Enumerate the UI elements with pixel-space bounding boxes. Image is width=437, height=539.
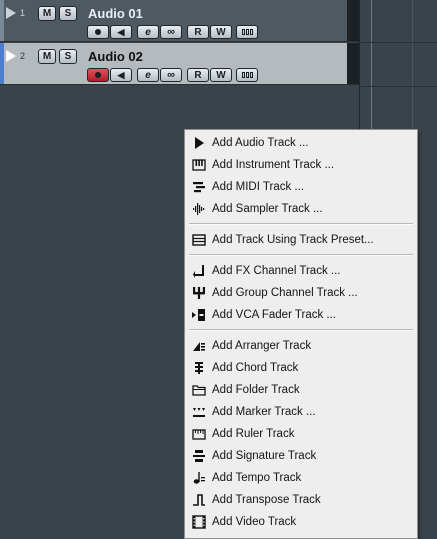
record-enable-button[interactable] xyxy=(87,25,109,39)
edit-icon: e xyxy=(145,26,151,38)
expand-track-icon[interactable] xyxy=(6,7,16,19)
menu-item-add-ruler-track[interactable]: Add Ruler Track xyxy=(185,423,417,445)
write-automation-button[interactable]: W xyxy=(210,25,232,39)
link-icon: ∞ xyxy=(167,69,175,81)
menu-item-add-signature-track[interactable]: Add Signature Track xyxy=(185,445,417,467)
track-name[interactable]: Audio 02 xyxy=(88,49,143,64)
menu-item-label: Add Arranger Track xyxy=(212,340,312,352)
audio-track-icon xyxy=(191,135,207,151)
signature-track-icon xyxy=(191,448,207,464)
track-row-audio-01[interactable]: 1 M S Audio 01 ◀ e ∞ R W xyxy=(0,0,359,42)
menu-item-label: Add Group Channel Track ... xyxy=(212,287,358,299)
versions-icon xyxy=(241,29,253,35)
track-row-audio-02[interactable]: 2 M S Audio 02 ◀ e ∞ R W xyxy=(0,43,359,85)
menu-item-add-midi-track[interactable]: Add MIDI Track ... xyxy=(185,176,417,198)
menu-item-add-video-track[interactable]: Add Video Track xyxy=(185,511,417,533)
menu-item-add-track-using-preset[interactable]: Add Track Using Track Preset... xyxy=(185,229,417,251)
track-level-meter xyxy=(347,43,359,84)
track-selection-bar xyxy=(0,43,4,84)
expand-track-icon[interactable] xyxy=(6,50,16,62)
read-automation-button[interactable]: R xyxy=(187,68,209,82)
track-name[interactable]: Audio 01 xyxy=(88,6,143,21)
video-track-icon xyxy=(191,514,207,530)
vca-fader-icon xyxy=(191,307,207,323)
menu-item-add-chord-track[interactable]: Add Chord Track xyxy=(185,357,417,379)
lanes-button[interactable]: ∞ xyxy=(160,25,182,39)
ruler-track-icon xyxy=(191,426,207,442)
menu-item-label: Add MIDI Track ... xyxy=(212,181,305,193)
record-icon xyxy=(95,29,101,35)
read-automation-button[interactable]: R xyxy=(187,25,209,39)
menu-item-label: Add Tempo Track xyxy=(212,472,302,484)
add-track-context-menu: Add Audio Track ... Add Instrument Track… xyxy=(184,129,418,539)
folder-track-icon xyxy=(191,382,207,398)
menu-item-add-vca-fader-track[interactable]: Add VCA Fader Track ... xyxy=(185,304,417,326)
menu-item-label: Add FX Channel Track ... xyxy=(212,265,341,277)
track-list: 1 M S Audio 01 ◀ e ∞ R W 2 M S Audio 02 … xyxy=(0,0,359,87)
menu-item-label: Add Folder Track xyxy=(212,384,300,396)
menu-item-label: Add Transpose Track xyxy=(212,494,321,506)
edit-channel-button[interactable]: e xyxy=(137,68,159,82)
versions-icon xyxy=(241,72,253,78)
project-lane-divider xyxy=(360,86,437,87)
monitor-button[interactable]: ◀ xyxy=(110,25,132,39)
speaker-icon: ◀ xyxy=(117,26,125,37)
instrument-track-icon xyxy=(191,157,207,173)
menu-item-label: Add Chord Track xyxy=(212,362,299,374)
write-automation-button[interactable]: W xyxy=(210,68,232,82)
menu-item-label: Add Instrument Track ... xyxy=(212,159,335,171)
menu-item-label: Add Marker Track ... xyxy=(212,406,316,418)
track-number: 2 xyxy=(20,51,26,61)
track-versions-button[interactable] xyxy=(236,68,258,82)
speaker-icon: ◀ xyxy=(117,69,125,80)
menu-item-add-marker-track[interactable]: Add Marker Track ... xyxy=(185,401,417,423)
link-icon: ∞ xyxy=(167,26,175,38)
track-number: 1 xyxy=(20,8,26,18)
solo-button[interactable]: S xyxy=(59,6,77,21)
menu-item-add-folder-track[interactable]: Add Folder Track xyxy=(185,379,417,401)
menu-item-label: Add VCA Fader Track ... xyxy=(212,309,336,321)
record-enable-button[interactable] xyxy=(87,68,109,82)
record-icon xyxy=(95,72,101,78)
menu-item-add-audio-track[interactable]: Add Audio Track ... xyxy=(185,132,417,154)
midi-track-icon xyxy=(191,179,207,195)
menu-item-label: Add Sampler Track ... xyxy=(212,203,323,215)
menu-item-label: Add Signature Track xyxy=(212,450,317,462)
project-lane-divider xyxy=(360,42,437,43)
menu-item-add-transpose-track[interactable]: Add Transpose Track xyxy=(185,489,417,511)
track-preset-icon xyxy=(191,232,207,248)
menu-separator xyxy=(189,329,413,331)
menu-separator xyxy=(189,254,413,256)
mute-button[interactable]: M xyxy=(38,6,56,21)
transpose-track-icon xyxy=(191,492,207,508)
lanes-button[interactable]: ∞ xyxy=(160,68,182,82)
sampler-track-icon xyxy=(191,201,207,217)
tempo-track-icon xyxy=(191,470,207,486)
menu-item-add-fx-channel-track[interactable]: Add FX Channel Track ... xyxy=(185,260,417,282)
menu-item-add-instrument-track[interactable]: Add Instrument Track ... xyxy=(185,154,417,176)
menu-item-label: Add Audio Track ... xyxy=(212,137,309,149)
marker-track-icon xyxy=(191,404,207,420)
menu-separator xyxy=(189,223,413,225)
solo-button[interactable]: S xyxy=(59,49,77,64)
menu-item-add-tempo-track[interactable]: Add Tempo Track xyxy=(185,467,417,489)
menu-item-label: Add Ruler Track xyxy=(212,428,295,440)
edit-icon: e xyxy=(145,69,151,81)
menu-item-add-sampler-track[interactable]: Add Sampler Track ... xyxy=(185,198,417,220)
mute-button[interactable]: M xyxy=(38,49,56,64)
monitor-button[interactable]: ◀ xyxy=(110,68,132,82)
fx-channel-icon xyxy=(191,263,207,279)
arranger-track-icon xyxy=(191,338,207,354)
track-level-meter xyxy=(347,0,359,41)
edit-channel-button[interactable]: e xyxy=(137,25,159,39)
track-versions-button[interactable] xyxy=(236,25,258,39)
menu-item-add-arranger-track[interactable]: Add Arranger Track xyxy=(185,335,417,357)
menu-item-label: Add Video Track xyxy=(212,516,297,528)
group-channel-icon xyxy=(191,285,207,301)
chord-track-icon xyxy=(191,360,207,376)
menu-item-add-group-channel-track[interactable]: Add Group Channel Track ... xyxy=(185,282,417,304)
track-selection-bar xyxy=(0,0,4,41)
menu-item-label: Add Track Using Track Preset... xyxy=(212,234,374,246)
